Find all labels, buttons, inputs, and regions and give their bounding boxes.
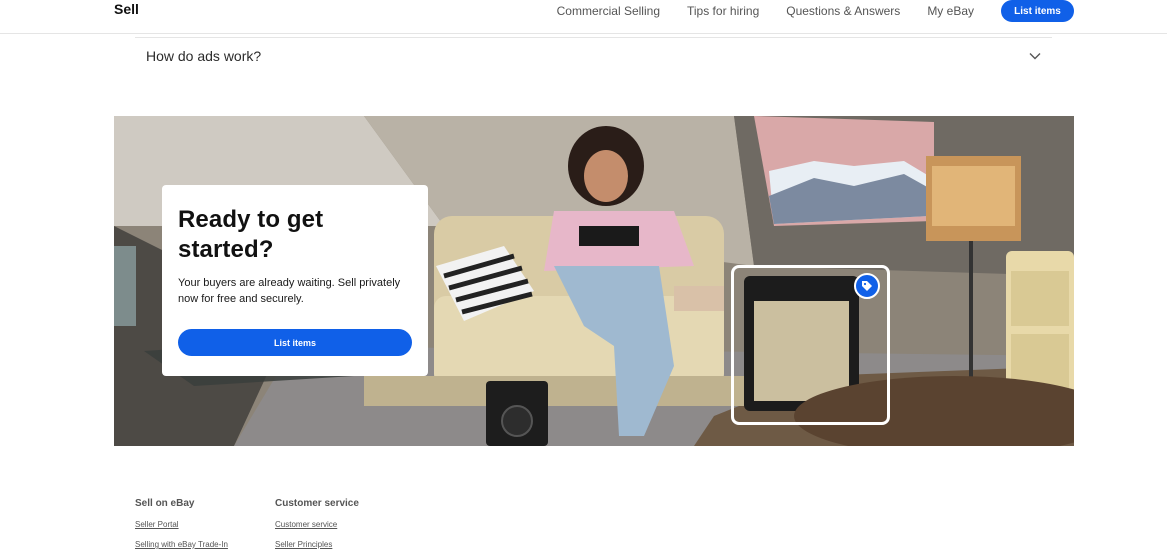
footer-link-seller-principles[interactable]: Seller Principles bbox=[275, 540, 359, 549]
nav-my-ebay[interactable]: My eBay bbox=[927, 4, 974, 18]
nav-links: Commercial Selling Tips for hiring Quest… bbox=[530, 0, 1074, 22]
chevron-down-icon[interactable] bbox=[1028, 49, 1042, 63]
hero-title: Ready to get started? bbox=[178, 206, 324, 263]
footer-heading: Customer service bbox=[275, 498, 359, 509]
top-navigation: Sell Commercial Selling Tips for hiring … bbox=[0, 0, 1167, 34]
nav-tips-for-hiring[interactable]: Tips for hiring bbox=[687, 4, 759, 18]
hero-description: Your buyers are already waiting. Sell pr… bbox=[178, 277, 401, 305]
footer-link-selling-with-trade-in[interactable]: Selling with eBay Trade-In bbox=[135, 540, 228, 549]
hero-card: Ready to get started? Your buyers are al… bbox=[162, 185, 428, 376]
footer-link-seller-portal[interactable]: Seller Portal bbox=[135, 520, 228, 529]
footer-column-customer-service: Customer service Customer service Seller… bbox=[275, 498, 359, 549]
tag-icon bbox=[854, 273, 880, 299]
faq-question: How do ads work? bbox=[146, 48, 262, 64]
footer-heading: Sell on eBay bbox=[135, 498, 195, 509]
hero-banner: Ready to get started? Your buyers are al… bbox=[114, 116, 1074, 446]
footer-link-customer-service[interactable]: Customer service bbox=[275, 520, 359, 529]
list-items-button-hero[interactable]: List items bbox=[178, 329, 412, 356]
nav-questions-answers[interactable]: Questions & Answers bbox=[786, 4, 900, 18]
list-items-button-header[interactable]: List items bbox=[1001, 0, 1074, 22]
footer-column-sell-on-ebay: Sell on eBay Seller Portal Selling with … bbox=[135, 498, 228, 549]
page-brand-title: Sell bbox=[114, 1, 139, 17]
faq-accordion-item[interactable]: How do ads work? bbox=[135, 38, 1052, 74]
nav-commercial-selling[interactable]: Commercial Selling bbox=[557, 4, 660, 18]
